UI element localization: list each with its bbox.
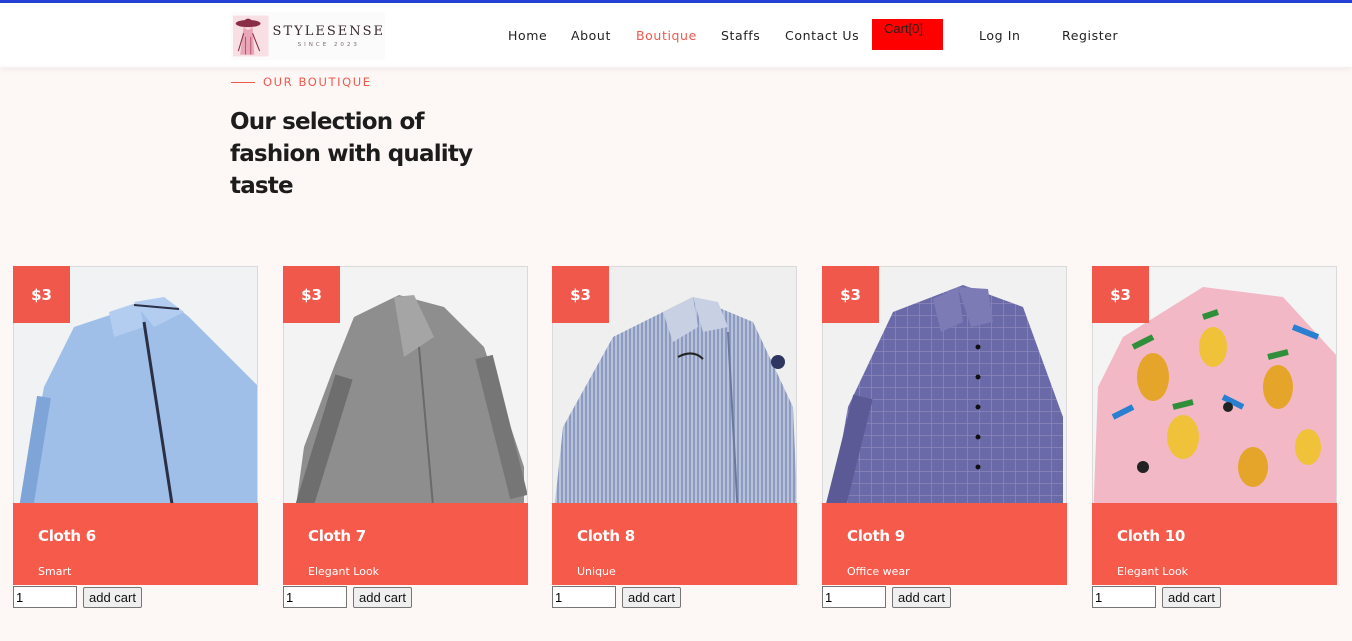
product-description: Office wear [847, 565, 910, 578]
product-card: $3 Cloth 10 Elegant Look add cart [1092, 266, 1337, 608]
product-info: Cloth 10 Elegant Look [1092, 503, 1337, 585]
add-cart-button[interactable]: add cart [622, 587, 681, 608]
brand-tagline: SINCE 2023 [297, 42, 360, 48]
quantity-input[interactable] [1092, 586, 1156, 608]
nav-staffs[interactable]: Staffs [721, 28, 760, 43]
nav-register[interactable]: Register [1062, 28, 1118, 43]
section-label-line [231, 81, 255, 83]
brand-logo[interactable]: STYLESENSE SINCE 2023 [231, 12, 385, 60]
product-name: Cloth 7 [308, 527, 366, 545]
brand-name: STYLESENSE [272, 24, 385, 39]
quantity-input[interactable] [283, 586, 347, 608]
product-description: Unique [577, 565, 616, 578]
add-cart-button[interactable]: add cart [83, 587, 142, 608]
cart-button[interactable]: Cart[0] [872, 19, 943, 50]
product-card: $3 Cloth 9 Office wear add cart [822, 266, 1067, 608]
add-cart-button[interactable]: add cart [1162, 587, 1221, 608]
section-headline: Our selection of fashion with quality ta… [230, 109, 473, 199]
section-label: OUR BOUTIQUE [231, 75, 372, 89]
site-header: STYLESENSE SINCE 2023 Home About Boutiqu… [0, 3, 1352, 67]
nav-home[interactable]: Home [508, 28, 547, 43]
price-badge: $3 [283, 266, 340, 323]
logo-figure-icon [233, 15, 269, 57]
product-description: Elegant Look [308, 565, 380, 578]
price-badge: $3 [822, 266, 879, 323]
price-badge: $3 [13, 266, 70, 323]
product-name: Cloth 10 [1117, 527, 1186, 545]
nav-login[interactable]: Log In [979, 28, 1021, 43]
product-card: $3 Cloth 7 Elegant Look add cart [283, 266, 528, 608]
product-description: Elegant Look [1117, 565, 1189, 578]
logo-text: STYLESENSE SINCE 2023 [273, 24, 385, 48]
nav-contact[interactable]: Contact Us [785, 28, 859, 43]
price-badge: $3 [552, 266, 609, 323]
product-name: Cloth 9 [847, 527, 905, 545]
product-info: Cloth 8 Unique [552, 503, 797, 585]
nav-about[interactable]: About [571, 28, 611, 43]
price-badge: $3 [1092, 266, 1149, 323]
product-info: Cloth 6 Smart [13, 503, 258, 585]
product-info: Cloth 9 Office wear [822, 503, 1067, 585]
product-name: Cloth 6 [38, 527, 96, 545]
nav-boutique[interactable]: Boutique [636, 28, 697, 43]
product-name: Cloth 8 [577, 527, 635, 545]
product-info: Cloth 7 Elegant Look [283, 503, 528, 585]
quantity-input[interactable] [552, 586, 616, 608]
section-label-text: OUR BOUTIQUE [263, 75, 372, 89]
product-description: Smart [38, 565, 72, 578]
add-cart-button[interactable]: add cart [353, 587, 412, 608]
quantity-input[interactable] [822, 586, 886, 608]
add-cart-button[interactable]: add cart [892, 587, 951, 608]
product-card: $3 Cloth 6 Smart add cart [13, 266, 258, 608]
quantity-input[interactable] [13, 586, 77, 608]
product-card: $3 Cloth 8 Unique add cart [552, 266, 797, 608]
